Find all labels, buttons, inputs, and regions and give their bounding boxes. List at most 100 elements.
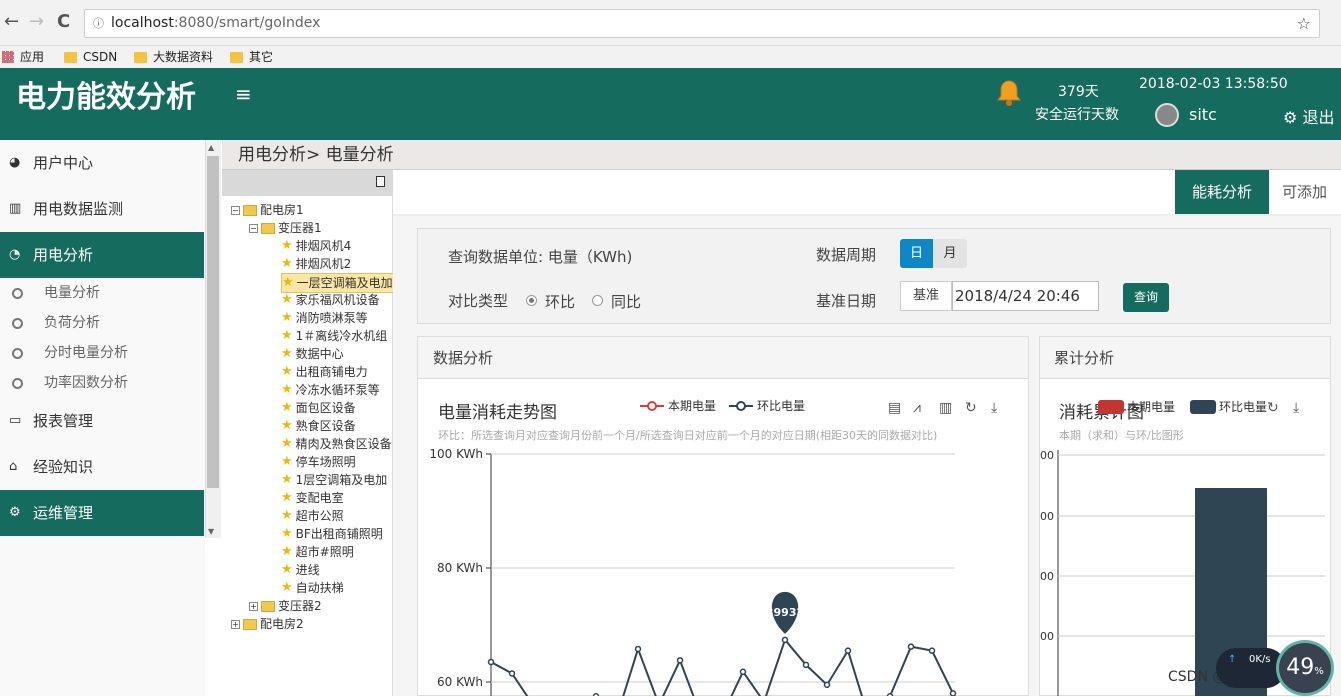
circle-icon (12, 348, 23, 359)
bell-icon[interactable] (994, 78, 1024, 108)
download-icon[interactable]: ⤓ (991, 400, 997, 416)
tab-addable[interactable]: 可添加 (1282, 170, 1327, 214)
bookmark-star-icon[interactable]: ☆ (1297, 10, 1311, 37)
back-button[interactable]: ← (4, 12, 19, 32)
tree-node-device[interactable]: ★ 出租商铺电力 (281, 363, 368, 381)
sidebar-item-reports[interactable]: ▭ 报表管理 (0, 398, 204, 444)
legend-current[interactable]: 本期电量 (640, 397, 716, 414)
cum-legend-current[interactable]: 本期电量 (1098, 398, 1175, 415)
sidebar-item-knowledge[interactable]: ⌂ 经验知识 (0, 444, 204, 490)
collapse-icon[interactable]: − (231, 205, 240, 215)
safe-days-value: 379天 (1058, 84, 1099, 100)
data-point (802, 661, 810, 669)
sub-item-energy[interactable]: 电量分析 (0, 278, 204, 308)
folder-icon (261, 600, 275, 612)
trend-chart: 100 KWh 80 KWh 60 KWh 39932 (429, 447, 957, 696)
tree-node-device[interactable]: ★ 变配电室 (281, 489, 344, 507)
upload-arrow-icon: ↑ (1228, 654, 1237, 665)
sub-item-label: 电量分析 (44, 285, 100, 301)
tree-node-device[interactable]: ★ 自动扶梯 (281, 579, 344, 597)
sidebar-item-user-center[interactable]: ◕ 用户中心 (0, 140, 204, 186)
sub-item-timeshare[interactable]: 分时电量分析 (0, 338, 204, 368)
tree-node-device[interactable]: ★ 面包区设备 (281, 399, 356, 417)
logout-button[interactable]: ⚙ 退出 (1283, 104, 1334, 128)
tree-node-device[interactable]: ★ 1层空调箱及电加 (281, 471, 387, 489)
tree-node-device[interactable]: ★ BF出租商铺照明 (281, 525, 383, 543)
compare-mom-option[interactable]: 环比 (526, 291, 575, 312)
tree-node-device[interactable]: ★ 排烟风机2 (281, 255, 351, 273)
data-analysis-title: 数据分析 (418, 337, 1028, 379)
data-view-icon[interactable]: ▤ (888, 400, 901, 416)
period-day-button[interactable]: 日 (900, 239, 933, 268)
data-point (844, 647, 852, 654)
tree-node-device[interactable]: ★ 冷冻水循环泵等 (281, 381, 380, 399)
scroll-up-icon[interactable]: ▲ (208, 143, 214, 152)
speed-percent: 49 (1286, 655, 1315, 680)
forward-button[interactable]: → (29, 12, 44, 32)
period-month-button[interactable]: 月 (933, 239, 967, 268)
username[interactable]: sitc (1189, 105, 1217, 124)
trend-chart-title: 电量消耗走势图 (438, 403, 557, 423)
cum-legend-mom[interactable]: 环比电量 (1190, 398, 1267, 415)
tree-node-device[interactable]: ★ 消防喷淋泵等 (281, 309, 368, 327)
data-point (823, 681, 831, 689)
expand-icon[interactable]: + (231, 619, 240, 629)
folder-icon (64, 51, 77, 63)
star-icon: ★ (281, 238, 293, 253)
compare-yoy-option[interactable]: 同比 (592, 291, 641, 312)
sidebar-item-ops[interactable]: ⚙ 运维管理 (0, 490, 204, 536)
sub-item-power-factor[interactable]: 功率因数分析 (0, 368, 204, 398)
bookmark-bigdata[interactable]: 大数据资料 (134, 46, 213, 68)
restore-icon[interactable]: ↻ (965, 400, 977, 416)
tree-node-device[interactable]: ★ 停车场照明 (281, 453, 356, 471)
reload-button[interactable]: C (57, 12, 70, 32)
tree-node-device[interactable]: ★ 进线 (281, 561, 320, 579)
line-switch-icon[interactable]: ⩘ (913, 400, 921, 416)
tree-node-transformer[interactable]: − 变压器1 (249, 219, 322, 237)
tree-node-device[interactable]: ★ 超市公照 (281, 507, 344, 525)
sidebar-item-monitor[interactable]: ▥ 用电数据监测 (0, 186, 204, 232)
scroll-down-icon[interactable]: ▼ (208, 527, 214, 536)
menu-toggle-icon[interactable]: ≡ (235, 82, 252, 106)
y-tick-label: 80 KWh (437, 561, 483, 575)
download-icon[interactable]: ⤓ (1293, 400, 1299, 416)
tree-node-device[interactable]: ★ 一层空调箱及电加 (281, 273, 394, 293)
expand-icon[interactable]: + (249, 601, 258, 611)
tree-node-device[interactable]: ★ 熟食区设备 (281, 417, 356, 435)
bookmark-csdn[interactable]: CSDN (64, 46, 117, 68)
query-button[interactable]: 查询 (1123, 283, 1169, 312)
base-date-input[interactable]: 2018/4/24 20:46 (952, 281, 1099, 311)
sidebar-scroll-thumb[interactable] (207, 156, 219, 488)
y-tick-label: 900 (1040, 570, 1054, 583)
tree-node-room[interactable]: − 配电房1 (231, 201, 304, 219)
tree-node-device[interactable]: ★ 家乐福风机设备 (281, 291, 380, 309)
tree-node-device[interactable]: ★ 1＃离线冷水机组 (281, 327, 387, 345)
avatar[interactable] (1155, 103, 1179, 127)
tree-collapse-icon[interactable] (376, 176, 385, 187)
collapse-icon[interactable]: − (249, 223, 258, 233)
folder-icon (261, 222, 275, 234)
tree-node-device[interactable]: ★ 超市#照明 (281, 543, 354, 561)
legend-mom[interactable]: 环比电量 (729, 397, 805, 414)
star-icon: ★ (281, 472, 293, 487)
star-icon: ★ (281, 310, 293, 325)
sub-item-load[interactable]: 负荷分析 (0, 308, 204, 338)
legend-swatch-red (1098, 399, 1124, 414)
tree-node-device[interactable]: ★ 排烟风机4 (281, 237, 351, 255)
tree-node-room[interactable]: + 配电房2 (231, 615, 304, 633)
bookmark-apps[interactable]: 应用 (2, 46, 44, 68)
star-icon: ★ (281, 436, 293, 451)
tree-node-label: 冷冻水循环泵等 (295, 383, 380, 397)
tab-energy-analysis[interactable]: 能耗分析 (1175, 170, 1269, 214)
y-tick-label: 600 (1040, 630, 1054, 643)
restore-icon[interactable]: ↻ (1267, 400, 1279, 416)
address-bar[interactable]: ⓘ localhost:8080/smart/goIndex ☆ (84, 9, 1320, 38)
tree-node-label: 变压器2 (278, 599, 322, 613)
tree-node-device[interactable]: ★ 数据中心 (281, 345, 344, 363)
sidebar-item-analysis[interactable]: ◔ 用电分析 (0, 232, 204, 278)
bookmark-other[interactable]: 其它 (230, 46, 273, 68)
sidebar-item-label: 经验知识 (33, 458, 94, 476)
tree-node-transformer[interactable]: + 变压器2 (249, 597, 322, 615)
tree-node-device[interactable]: ★ 精肉及熟食区设备 (281, 435, 392, 453)
bar-switch-icon[interactable]: ▥ (939, 400, 952, 416)
